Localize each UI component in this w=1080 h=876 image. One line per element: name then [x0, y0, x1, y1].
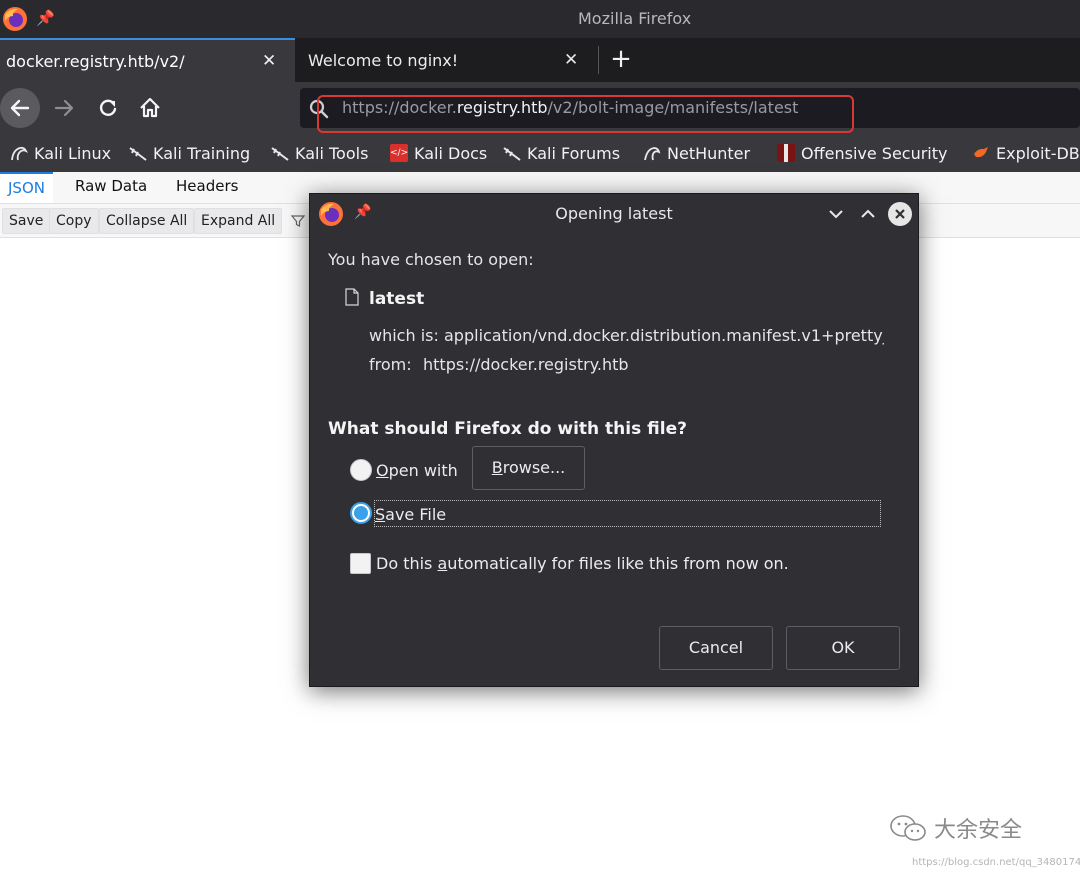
- cancel-button[interactable]: Cancel: [659, 626, 773, 670]
- tab-headers[interactable]: Headers: [168, 172, 246, 203]
- open-with-radio[interactable]: [350, 459, 372, 481]
- watermark: 大余安全: [888, 812, 1022, 844]
- bookmark-label: Exploit-DB: [996, 143, 1080, 163]
- watermark-text: 大余安全: [934, 818, 1023, 843]
- minimize-button[interactable]: [824, 202, 848, 226]
- wechat-icon: [890, 815, 926, 841]
- close-icon: [895, 209, 905, 219]
- watermark-url: https://blog.csdn.net/qq_34801745: [912, 857, 1080, 868]
- bookmarks-toolbar: Kali Linux Kali Training Kali Tools </> …: [0, 134, 1080, 172]
- bookmark-kali-linux[interactable]: Kali Linux: [10, 142, 111, 164]
- exploit-db-icon: [974, 147, 988, 158]
- dialog-prompt: You have chosen to open:: [328, 250, 534, 269]
- open-with-label[interactable]: Open with: [376, 461, 458, 480]
- mnemonic: B: [491, 458, 503, 477]
- dialog-question: What should Firefox do with this file?: [328, 419, 687, 439]
- nethunter-icon: [644, 147, 661, 161]
- from-label: from:: [369, 355, 412, 374]
- kali-docs-icon: </>: [390, 144, 408, 162]
- mnemonic: a: [437, 554, 448, 573]
- search-icon: [308, 98, 330, 124]
- reload-button[interactable]: [88, 88, 128, 128]
- tab-docker-registry[interactable]: docker.registry.htb/v2/ ✕: [0, 38, 295, 82]
- url-bar[interactable]: https://docker.registry.htb/v2/bolt-imag…: [300, 88, 1080, 128]
- tab-label: docker.registry.htb/v2/: [6, 51, 185, 71]
- url-host: registry.htb: [456, 98, 548, 117]
- kali-dragon-icon: [503, 147, 521, 161]
- tab-label: Welcome to nginx!: [308, 50, 459, 70]
- new-tab-button[interactable]: +: [606, 38, 636, 82]
- label-rest: rowse...: [502, 458, 566, 477]
- window-titlebar: 📌 Mozilla Firefox: [0, 0, 1080, 38]
- bookmark-nethunter[interactable]: NetHunter: [643, 142, 750, 164]
- tab-json[interactable]: JSON: [0, 172, 53, 203]
- file-icon: [344, 288, 360, 310]
- bookmark-kali-docs[interactable]: </> Kali Docs: [390, 142, 487, 164]
- home-button[interactable]: [130, 88, 170, 128]
- bookmark-label: Kali Linux: [34, 143, 112, 163]
- tab-nginx[interactable]: Welcome to nginx! ✕: [296, 38, 596, 82]
- back-arrow-icon: [10, 99, 30, 117]
- forward-arrow-icon: [54, 99, 74, 117]
- bookmark-label: Kali Tools: [295, 143, 369, 163]
- kali-dragon-icon: [271, 147, 289, 161]
- maximize-button[interactable]: [856, 202, 880, 226]
- tab-close-icon[interactable]: ✕: [564, 50, 578, 70]
- bookmark-label: Kali Training: [153, 143, 251, 163]
- file-name: latest: [369, 289, 425, 309]
- bookmark-kali-forums[interactable]: Kali Forums: [503, 142, 620, 164]
- url-path: /v2/bolt-image/manifests/latest: [547, 98, 799, 117]
- label-rest: pen with: [388, 461, 458, 480]
- bookmark-kali-training[interactable]: Kali Training: [129, 142, 250, 164]
- bookmark-offensive-security[interactable]: Offensive Security: [777, 142, 947, 164]
- ok-button[interactable]: OK: [786, 626, 900, 670]
- tab-close-icon[interactable]: ✕: [262, 51, 276, 71]
- focus-indicator: [374, 500, 881, 527]
- save-file-label[interactable]: Save File: [375, 505, 446, 524]
- bookmark-label: Kali Docs: [414, 143, 488, 163]
- which-is-label: which is:: [369, 326, 439, 345]
- bookmark-label: Offensive Security: [801, 143, 948, 163]
- chevron-up-icon: [861, 209, 875, 218]
- kali-dragon-icon: [129, 147, 147, 161]
- bookmark-exploit-db[interactable]: Exploit-DB: [972, 142, 1080, 164]
- label-rest: ave File: [385, 505, 447, 524]
- copy-button[interactable]: Copy: [49, 208, 99, 234]
- browse-button[interactable]: Browse...: [472, 446, 585, 490]
- tab-raw-data[interactable]: Raw Data: [67, 172, 155, 203]
- tab-strip: docker.registry.htb/v2/ ✕ Welcome to ngi…: [0, 38, 1080, 82]
- expand-all-button[interactable]: Expand All: [194, 208, 283, 234]
- chevron-down-icon: [829, 210, 843, 219]
- offsec-icon: [777, 144, 795, 162]
- forward-button[interactable]: [44, 88, 84, 128]
- url-scheme: https://docker.: [342, 98, 457, 117]
- reload-icon: [99, 99, 117, 116]
- mnemonic: S: [375, 505, 386, 524]
- dialog-titlebar: 📌 Opening latest: [310, 194, 918, 234]
- bookmark-label: NetHunter: [667, 143, 751, 163]
- navigation-toolbar: https://docker.registry.htb/v2/bolt-imag…: [0, 82, 1080, 134]
- tab-separator: [598, 46, 599, 74]
- filter-icon[interactable]: [290, 213, 306, 233]
- source-url-value: https://docker.registry.htb: [423, 355, 629, 374]
- mime-type-value: application/vnd.docker.distribution.mani…: [444, 326, 884, 345]
- close-button[interactable]: [888, 202, 912, 226]
- url-text[interactable]: https://docker.registry.htb/v2/bolt-imag…: [342, 98, 798, 117]
- save-button[interactable]: Save: [2, 208, 51, 234]
- back-button[interactable]: [0, 88, 40, 128]
- bookmark-kali-tools[interactable]: Kali Tools: [271, 142, 368, 164]
- bookmark-label: Kali Forums: [527, 143, 621, 163]
- collapse-all-button[interactable]: Collapse All: [99, 208, 195, 234]
- home-icon: [140, 97, 160, 118]
- kali-dragon-icon: [11, 146, 28, 161]
- mnemonic: O: [376, 461, 389, 480]
- label-rest: utomatically for files like this from no…: [447, 554, 789, 573]
- auto-action-checkbox[interactable]: [350, 553, 371, 574]
- save-file-radio[interactable]: [350, 502, 372, 524]
- auto-action-label[interactable]: Do this automatically for files like thi…: [376, 554, 789, 573]
- download-dialog: 📌 Opening latest You have chosen to open…: [309, 193, 919, 687]
- label-pre: Do this: [376, 554, 438, 573]
- window-title: Mozilla Firefox: [578, 9, 692, 28]
